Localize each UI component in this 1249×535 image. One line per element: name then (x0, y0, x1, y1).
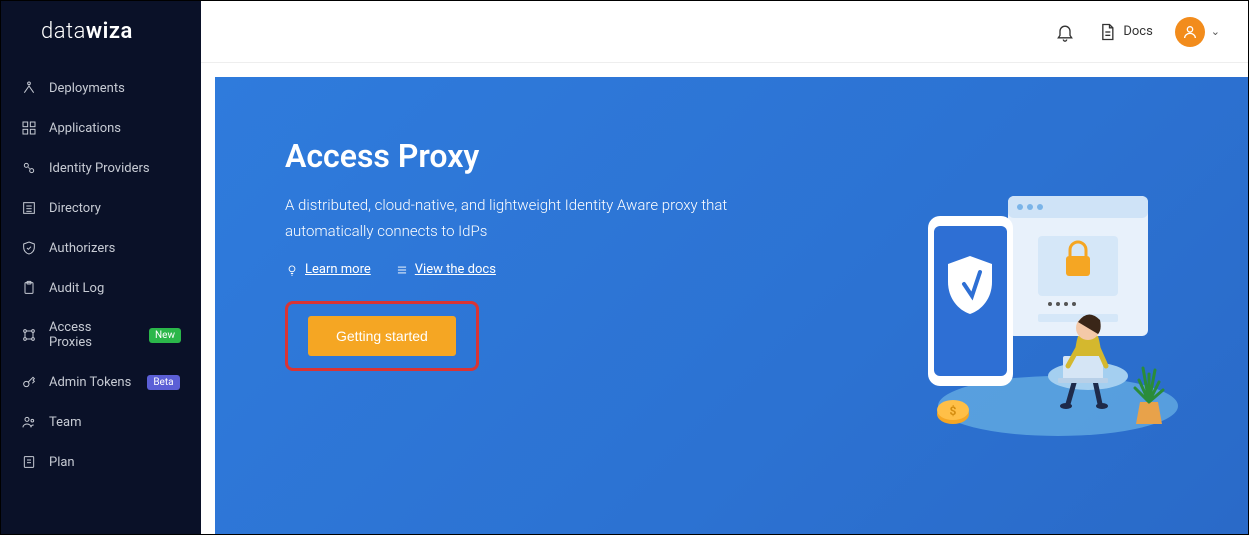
sidebar-item-label: Plan (49, 455, 75, 470)
sidebar-item-label: Identity Providers (49, 161, 150, 176)
sidebar-item-identity-providers[interactable]: Identity Providers (1, 148, 201, 188)
identity-icon (21, 160, 37, 176)
hero-description: A distributed, cloud-native, and lightwe… (285, 193, 785, 244)
sidebar-item-audit-log[interactable]: Audit Log (1, 268, 201, 308)
topbar: Docs ⌄ (201, 1, 1248, 63)
sidebar-item-team[interactable]: Team (1, 402, 201, 442)
beta-badge: Beta (147, 375, 179, 390)
brand-bold: wiza (86, 19, 133, 44)
docs-list-icon (395, 263, 409, 277)
sidebar-item-label: Deployments (49, 81, 125, 96)
brand-pre: data (41, 19, 86, 44)
sidebar-item-label: Admin Tokens (49, 375, 131, 390)
hero-title: Access Proxy (285, 137, 785, 175)
sidebar-item-label: Authorizers (49, 241, 115, 256)
sidebar-item-label: Directory (49, 201, 101, 216)
hero-banner: Access Proxy A distributed, cloud-native… (215, 77, 1248, 534)
getting-started-button[interactable]: Getting started (308, 316, 456, 356)
sidebar-item-access-proxies[interactable]: Access Proxies New (1, 308, 201, 362)
sidebar-item-authorizers[interactable]: Authorizers (1, 228, 201, 268)
user-menu[interactable]: ⌄ (1175, 17, 1220, 47)
cta-highlight-box: Getting started (285, 301, 479, 371)
chevron-down-icon: ⌄ (1211, 25, 1220, 38)
main-area: Docs ⌄ Access Proxy A distributed, cloud… (201, 1, 1248, 534)
sidebar-item-admin-tokens[interactable]: Admin Tokens Beta (1, 362, 201, 402)
avatar (1175, 17, 1205, 47)
list-icon (21, 200, 37, 216)
sidebar-item-label: Access Proxies (49, 320, 133, 350)
bell-icon[interactable] (1055, 22, 1075, 42)
clipboard-icon (21, 280, 37, 296)
brand-logo: datawiza (1, 15, 201, 68)
shield-check-icon (21, 240, 37, 256)
svg-text:$: $ (950, 404, 957, 418)
sidebar-item-deployments[interactable]: Deployments (1, 68, 201, 108)
view-docs-label: View the docs (415, 262, 496, 277)
sidebar-item-label: Audit Log (49, 281, 104, 296)
deployments-icon (21, 80, 37, 96)
view-docs-link[interactable]: View the docs (395, 262, 496, 277)
proxy-icon (21, 327, 37, 343)
key-icon (21, 374, 37, 390)
sidebar-item-label: Team (49, 415, 82, 430)
sidebar: datawiza Deployments Applications Identi… (1, 1, 201, 534)
bulb-icon (285, 263, 299, 277)
hero-illustration: $ (878, 156, 1198, 456)
team-icon (21, 414, 37, 430)
learn-more-label: Learn more (305, 262, 371, 277)
grid-icon (21, 120, 37, 136)
new-badge: New (149, 328, 181, 343)
document-icon (1097, 22, 1117, 42)
sidebar-nav: Deployments Applications Identity Provid… (1, 68, 201, 482)
docs-link[interactable]: Docs (1097, 22, 1152, 42)
docs-label: Docs (1123, 24, 1152, 39)
plan-icon (21, 454, 37, 470)
sidebar-item-applications[interactable]: Applications (1, 108, 201, 148)
sidebar-item-directory[interactable]: Directory (1, 188, 201, 228)
learn-more-link[interactable]: Learn more (285, 262, 371, 277)
sidebar-item-label: Applications (49, 121, 121, 136)
sidebar-item-plan[interactable]: Plan (1, 442, 201, 482)
